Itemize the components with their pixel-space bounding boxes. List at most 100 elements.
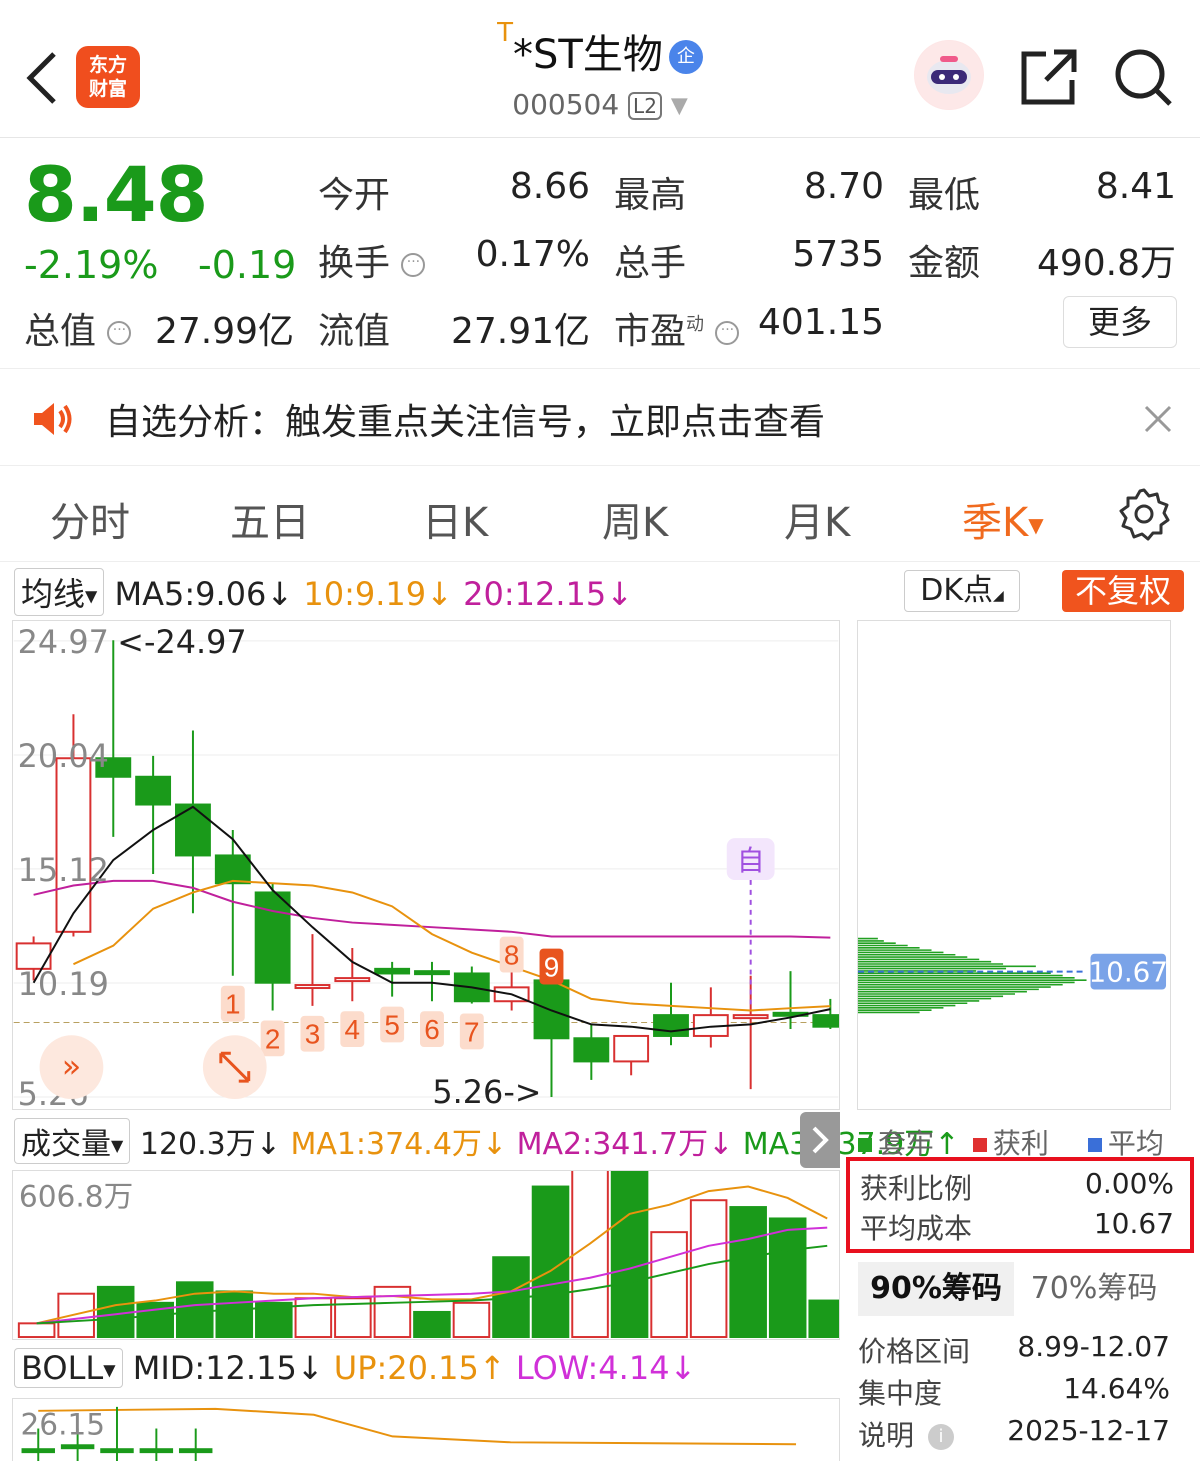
chevron-right-icon [812,1126,829,1154]
search-icon[interactable] [1112,46,1174,108]
kline-chart[interactable]: 123456789自24.9720.0415.1210.195.26<-24.9… [12,620,840,1110]
chip-legend: 套牢 获利 平均 [858,1122,1178,1162]
candle-body [732,1014,769,1020]
stock-code: 000504 [512,88,620,121]
volume-chart[interactable]: 606.8万 [12,1170,840,1340]
open-value: 8.66 [509,166,590,207]
volume-bar [808,1299,839,1339]
volume-bar [17,1322,56,1339]
more-info-icon[interactable]: ··· [715,321,740,345]
ma5-value: MA5:9.06↓ [114,575,294,613]
volume-bar [610,1171,649,1339]
title-prefix: T [497,18,514,48]
dk-point-button[interactable]: DK点◢ [904,570,1020,612]
y-tick-label: 10.19 [18,965,109,1003]
high-value: 8.70 [803,166,884,207]
expand-panel-button[interactable] [800,1112,840,1168]
volume-bar [175,1281,214,1339]
more-button[interactable]: 更多 [1063,296,1177,348]
td-signal-1: 1 [220,985,245,1022]
tab-intraday[interactable]: 分时 [50,490,130,548]
ma10-value: 10:9.19↓ [303,575,453,613]
price-range-value: 8.99-12.07 [1017,1330,1170,1363]
signal-label: 2 [265,1023,281,1054]
volume-max-label: 606.8万 [19,1179,133,1214]
boll-candle-body [139,1448,174,1454]
boll-candle-body [178,1448,213,1454]
volume-bar [452,1301,491,1339]
boll-candle-body [21,1448,55,1454]
pe-label: 市盈动 ··· [614,302,740,354]
app-logo[interactable]: 东方 财富 [76,46,140,108]
more-info-icon[interactable]: ··· [401,253,426,277]
volume-bar [215,1290,254,1339]
chip-date: 2025-12-17 [1007,1414,1170,1447]
candle-body [55,757,92,933]
amount-value: 490.8万 [1036,243,1176,284]
profit-ratio-label: 获利比例 [860,1172,973,1205]
top-header: 东方 财富 T*ST生物企 000504 L2 ▼ [0,0,1200,138]
volume-value: 5735 [792,234,884,275]
candle-body [414,970,450,976]
tab-chip-90[interactable]: 90%筹码 [858,1262,1014,1316]
tab-five-day[interactable]: 五日 [230,490,310,548]
concentration-value: 14.64% [1063,1372,1170,1405]
volume-bar [689,1199,728,1339]
boll-up-line [38,1407,797,1446]
volume-selector[interactable]: 成交量▼ [14,1118,131,1164]
info-icon[interactable]: i [928,1424,955,1450]
volume-bar [650,1231,688,1339]
more-info-icon[interactable]: ··· [107,321,132,345]
enterprise-badge-icon: 企 [668,40,703,74]
notice-bar[interactable]: 自选分析：触发重点关注信号，立即点击查看 [0,368,1200,466]
tab-quarterly-k[interactable]: 季K▼ [962,490,1044,548]
boll-chart[interactable]: 26.15 [12,1398,840,1461]
turnover-value: 0.17% [475,234,590,275]
ai-assistant-icon[interactable] [914,40,984,110]
logo-text-bottom: 财富 [88,78,127,100]
candle-body [533,979,570,1040]
volume-bar [768,1217,807,1339]
close-icon[interactable] [1138,399,1178,439]
candle-body [573,1037,610,1063]
period-tabs: 分时 五日 日K 周K 月K 季K▼ [0,466,1200,562]
boll-top-label: 26.15 [21,1407,106,1441]
signal-label: 3 [305,1019,321,1050]
concentration-label: 集中度 [858,1377,943,1410]
candle-body [135,775,172,806]
signal-label: 4 [345,1014,361,1045]
profit-ratio-value: 0.00% [1085,1167,1174,1200]
volume-label: 总手 [614,243,687,284]
candle-body [334,977,371,983]
tab-weekly-k[interactable]: 周K [602,490,668,548]
tab-monthly-k[interactable]: 月K [784,490,850,548]
back-arrow-icon[interactable] [22,50,62,106]
chip-summary-box: 获利比例 0.00% 平均成本 10.67 [846,1157,1194,1253]
change-amount: -0.19 [198,243,297,287]
boll-mid: MID:12.15↓ [132,1349,324,1387]
gear-icon[interactable] [1116,486,1172,542]
watch-marker-label: 自 [737,844,765,877]
candle-body [812,1014,839,1028]
stock-code-row[interactable]: 000504 L2 ▼ [350,88,850,121]
ma-selector[interactable]: 均线▼ [14,568,105,616]
td-signal-7: 7 [459,1013,484,1050]
legend-profit: 获利 [972,1127,1049,1160]
share-icon[interactable] [1018,46,1080,108]
current-price: 8.48 [24,150,209,239]
tab-daily-k[interactable]: 日K [422,490,488,548]
legend-trapped: 套牢 [858,1127,934,1160]
logo-text-top: 东方 [88,54,127,76]
chip-distribution-chart: 10.67 [857,620,1171,1110]
y-tick-label: 20.04 [18,737,109,775]
adjust-button[interactable]: 不复权 [1062,570,1184,612]
stock-title: T*ST生物企 [350,18,850,80]
high-label: 最高 [614,175,687,216]
amount-label: 金额 [908,243,981,284]
speaker-icon [34,403,72,435]
td-signal-5: 5 [380,1006,405,1043]
notice-text: 自选分析：触发重点关注信号，立即点击查看 [105,402,826,443]
boll-selector[interactable]: BOLL▼ [14,1348,123,1388]
boll-candle-body [60,1444,95,1450]
tab-chip-70[interactable]: 70%筹码 [1014,1262,1174,1316]
